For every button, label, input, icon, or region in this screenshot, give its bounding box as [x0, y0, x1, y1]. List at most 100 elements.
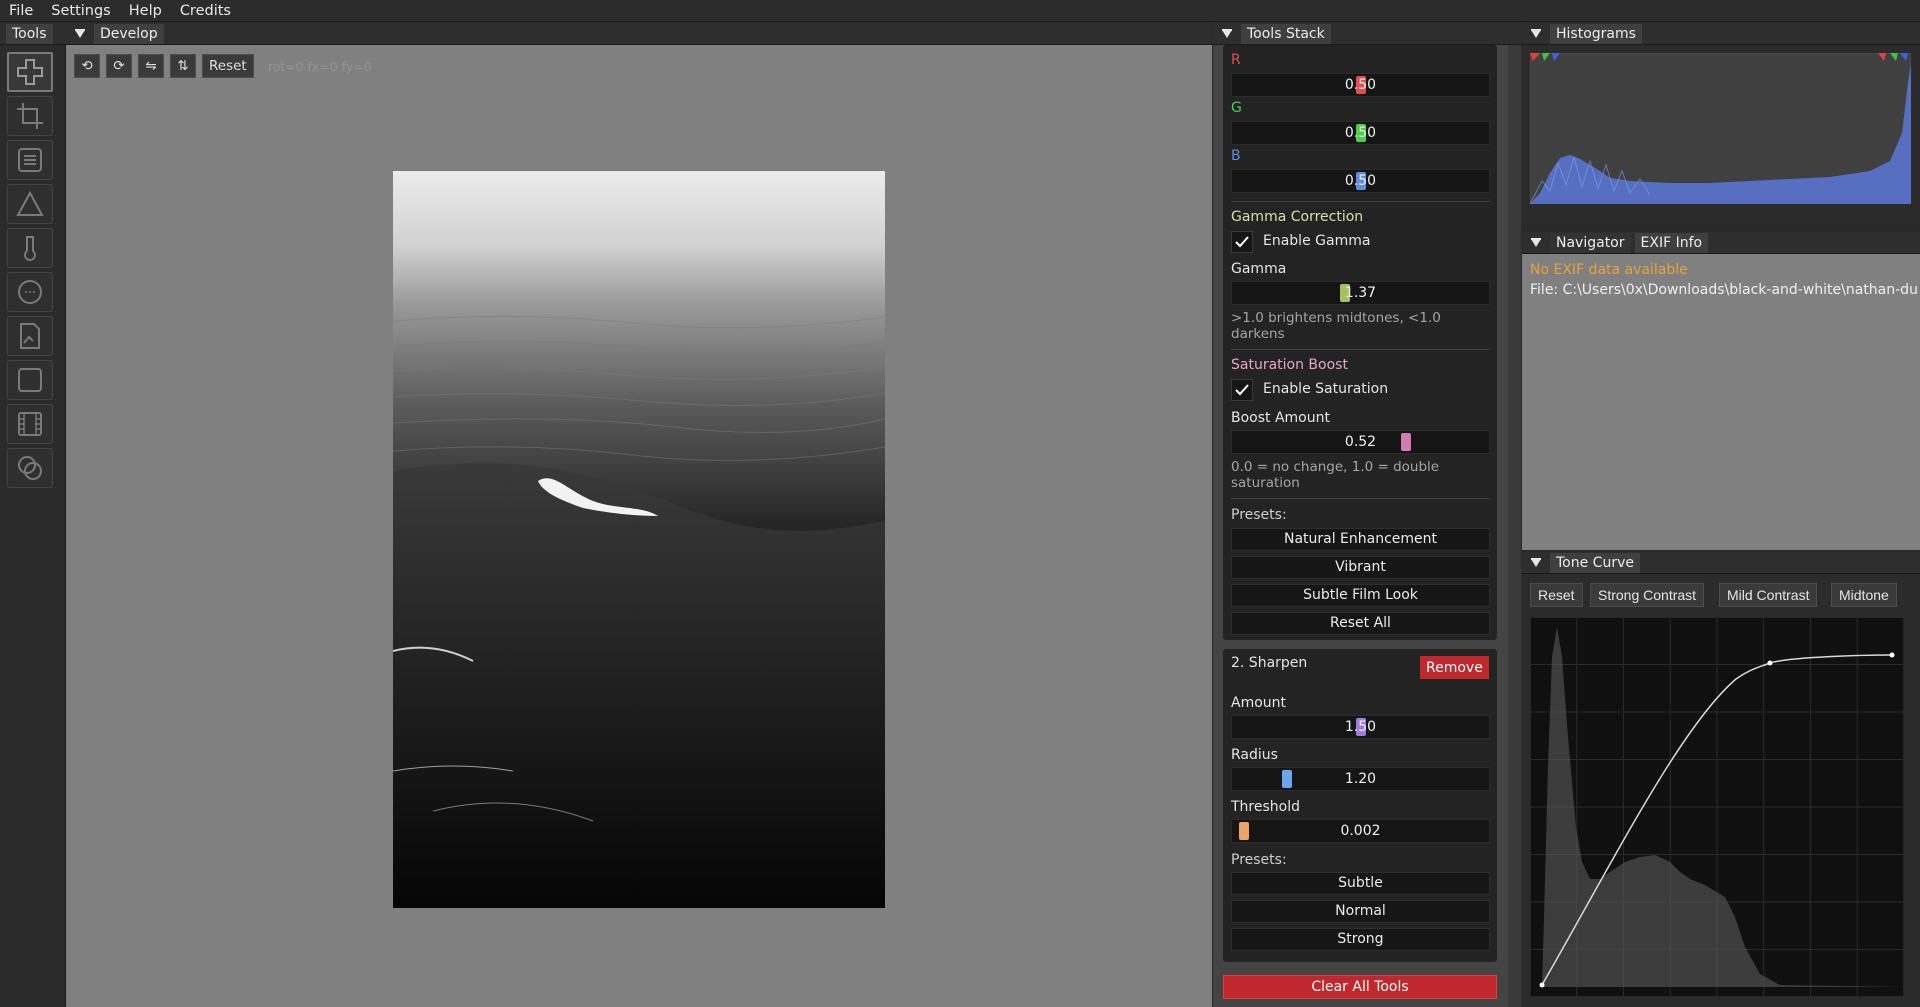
preset-subtle-film-look-button[interactable]: Subtle Film Look — [1231, 584, 1490, 607]
clear-all-tools-button[interactable]: Clear All Tools — [1223, 975, 1497, 999]
vignette-tool-button[interactable] — [7, 272, 53, 312]
curve-control-point[interactable] — [1767, 660, 1773, 666]
curve-midtone-button[interactable]: Midtone — [1831, 583, 1897, 607]
list-icon — [18, 148, 42, 172]
g-slider[interactable]: 0.50 — [1231, 121, 1490, 145]
histogram-graph — [1530, 53, 1911, 204]
frame-tool-button[interactable] — [7, 360, 53, 400]
rotate-cw-icon: ⟳ — [113, 58, 125, 74]
saturation-section-title: Saturation Boost — [1231, 357, 1348, 373]
tab-exif-info[interactable]: EXIF Info — [1634, 232, 1709, 253]
curve-reset-button[interactable]: Reset — [1530, 583, 1583, 607]
gamma-section-title: Gamma Correction — [1231, 209, 1364, 225]
b-slider-value: 0.50 — [1344, 173, 1377, 189]
curve-control-point[interactable] — [1539, 982, 1545, 988]
flip-horizontal-button[interactable]: ⇋ — [138, 54, 164, 78]
gamma-hint: >1.0 brightens midtones, <1.0 darkens — [1231, 310, 1441, 342]
menu-credits[interactable]: Credits — [171, 0, 240, 22]
triangle-icon — [16, 190, 44, 216]
rotate-ccw-button[interactable]: ⟲ — [74, 54, 100, 78]
rotate-cw-button[interactable]: ⟳ — [106, 54, 132, 78]
sharpen-radius-value: 1.20 — [1344, 771, 1377, 787]
sharpen-presets-label: Presets: — [1231, 852, 1287, 868]
move-tool-button[interactable] — [7, 52, 53, 92]
tone-curve-title: Tone Curve — [1550, 552, 1640, 573]
sharpen-threshold-label: Threshold — [1231, 799, 1300, 815]
tab-navigator[interactable]: Navigator — [1550, 232, 1631, 253]
blend-tool-button[interactable] — [7, 448, 53, 488]
preset-reset-all-button[interactable]: Reset All — [1231, 612, 1490, 635]
collapse-arrow-icon[interactable] — [1530, 237, 1542, 249]
curve-control-point[interactable] — [1889, 652, 1895, 658]
flip-horizontal-icon: ⇋ — [145, 58, 157, 74]
gamma-slider[interactable]: 1.37 — [1231, 281, 1490, 305]
boost-amount-slider[interactable]: 0.52 — [1231, 430, 1490, 454]
gamma-label: Gamma — [1231, 261, 1287, 277]
curve-mild-contrast-button[interactable]: Mild Contrast — [1719, 583, 1818, 607]
boost-amount-slider-value: 0.52 — [1344, 434, 1377, 450]
preset-natural-enhancement-button[interactable]: Natural Enhancement — [1231, 528, 1490, 551]
tools-titlebar: Tools — [0, 23, 66, 45]
collapse-arrow-icon[interactable] — [74, 28, 86, 40]
sharpen-title: 2. Sharpen — [1231, 655, 1308, 671]
tone-curve-graph[interactable] — [1530, 617, 1904, 997]
reset-transform-button[interactable]: Reset — [202, 54, 254, 78]
remove-sharpen-button[interactable]: Remove — [1420, 656, 1489, 679]
r-slider[interactable]: 0.50 — [1231, 73, 1490, 97]
adjust-tool-button[interactable] — [7, 140, 53, 180]
collapse-arrow-icon[interactable] — [1530, 28, 1542, 40]
navigator-titlebar: Navigator EXIF Info — [1522, 232, 1920, 254]
enable-saturation-checkbox[interactable] — [1231, 379, 1253, 401]
divider — [1231, 349, 1490, 350]
menu-help[interactable]: Help — [120, 0, 171, 22]
r-slider-value: 0.50 — [1344, 77, 1377, 93]
tone-curve-titlebar: Tone Curve — [1522, 552, 1920, 574]
develop-toolbar: ⟲ ⟳ ⇋ ⇅ Reset rot=0 fx=0 fy=0 — [74, 54, 372, 78]
sharpen-preset-subtle-button[interactable]: Subtle — [1231, 872, 1490, 895]
r-label: R — [1231, 52, 1241, 68]
b-label: B — [1231, 148, 1241, 164]
image-edit-icon — [20, 323, 40, 349]
boost-amount-label: Boost Amount — [1231, 410, 1330, 426]
develop-titlebar: Develop — [66, 23, 1212, 45]
b-slider[interactable]: 0.50 — [1231, 169, 1490, 193]
enable-gamma-label: Enable Gamma — [1263, 233, 1371, 249]
histograms-titlebar: Histograms — [1522, 23, 1920, 45]
sharpen-threshold-slider[interactable]: 0.002 — [1231, 819, 1490, 843]
temperature-tool-button[interactable] — [7, 228, 53, 268]
tools-stack-titlebar: Tools Stack — [1213, 23, 1521, 45]
sharpen-preset-normal-button[interactable]: Normal — [1231, 900, 1490, 923]
g-slider-value: 0.50 — [1344, 125, 1377, 141]
enable-gamma-checkbox[interactable] — [1231, 231, 1253, 253]
divider — [1231, 498, 1490, 499]
overlap-circles-icon — [18, 456, 42, 480]
file-path: File: C:\Users\0x\Downloads\black-and-wh… — [1530, 282, 1918, 298]
sharpen-preset-strong-button[interactable]: Strong — [1231, 928, 1490, 951]
crop-tool-button[interactable] — [7, 96, 53, 136]
preset-vibrant-button[interactable]: Vibrant — [1231, 556, 1490, 579]
sharpen-amount-slider[interactable]: 1.50 — [1231, 715, 1490, 739]
develop-tab[interactable]: Develop — [94, 23, 164, 44]
triangle-tool-button[interactable] — [7, 184, 53, 224]
tools-title[interactable]: Tools — [6, 23, 53, 44]
film-tool-button[interactable] — [7, 404, 53, 444]
histograms-panel — [1522, 45, 1920, 228]
rotate-ccw-icon: ⟲ — [81, 58, 93, 74]
histograms-title: Histograms — [1550, 23, 1642, 44]
menu-settings[interactable]: Settings — [42, 0, 119, 22]
photo-preview[interactable] — [393, 171, 885, 908]
image-edit-tool-button[interactable] — [7, 316, 53, 356]
flip-vertical-icon: ⇅ — [177, 58, 189, 74]
sharpen-threshold-value: 0.002 — [1340, 823, 1381, 839]
collapse-arrow-icon[interactable] — [1530, 557, 1542, 569]
tools-stack-scrollbar[interactable] — [1508, 45, 1521, 1007]
menu-file[interactable]: File — [0, 0, 42, 22]
presets-label: Presets: — [1231, 507, 1287, 523]
sharpen-amount-value: 1.50 — [1344, 719, 1377, 735]
checkmark-icon — [1235, 236, 1249, 248]
curve-strong-contrast-button[interactable]: Strong Contrast — [1590, 583, 1705, 607]
sharpen-radius-slider[interactable]: 1.20 — [1231, 767, 1490, 791]
collapse-arrow-icon[interactable] — [1221, 28, 1233, 40]
flip-vertical-button[interactable]: ⇅ — [170, 54, 196, 78]
tools-stack-title: Tools Stack — [1241, 23, 1331, 44]
